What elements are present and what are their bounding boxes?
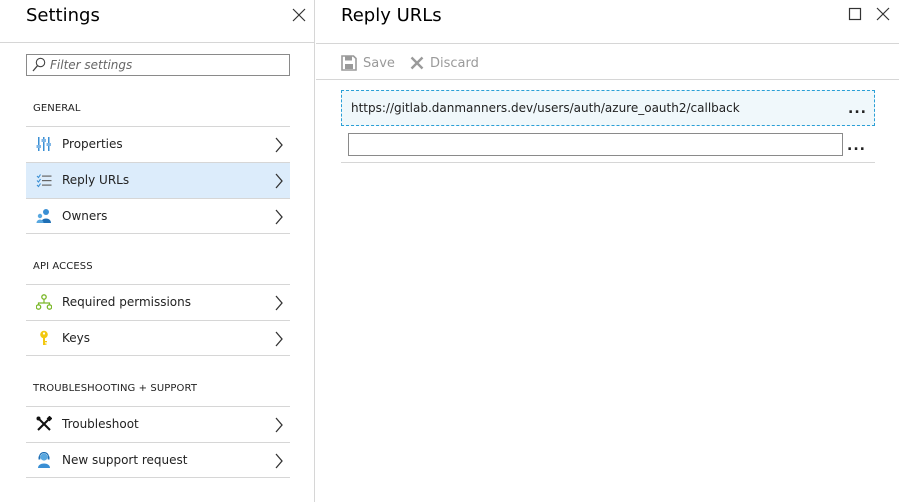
chevron-right-icon — [275, 173, 283, 189]
filter-settings-input[interactable] — [50, 56, 286, 74]
chevron-right-icon — [275, 417, 283, 433]
sidebar-item-label: Reply URLs — [62, 173, 130, 187]
sidebar-item-reply-urls[interactable]: Reply URLs — [26, 162, 290, 198]
sidebar-item-new-support-request[interactable]: New support request — [26, 442, 290, 478]
more-options-button[interactable]: ... — [848, 102, 868, 116]
sidebar-item-troubleshoot[interactable]: Troubleshoot — [26, 406, 290, 442]
section-label-general: GENERAL — [33, 103, 81, 114]
support-request-icon — [38, 452, 50, 468]
key-icon — [40, 330, 48, 345]
sidebar-item-label: Required permissions — [62, 295, 192, 309]
settings-title: Settings — [26, 5, 100, 26]
sidebar-item-required-permissions[interactable]: Required permissions — [26, 284, 290, 320]
reply-urls-title: Reply URLs — [341, 5, 442, 26]
troubleshooting-menu: Troubleshoot New support request — [26, 406, 290, 478]
new-url-more-options-button[interactable]: ... — [847, 139, 867, 153]
chevron-right-icon — [275, 209, 283, 225]
settings-header: Settings — [0, 0, 314, 43]
sidebar-item-properties[interactable]: Properties — [26, 126, 290, 162]
toolbar: Save Discard — [316, 44, 899, 80]
chevron-right-icon — [275, 137, 283, 153]
settings-blade: Settings GENERAL Properties — [0, 0, 315, 502]
sidebar-item-keys[interactable]: Keys — [26, 320, 290, 356]
filter-settings-field[interactable] — [26, 54, 290, 76]
general-menu: Properties Reply URLs Owners — [26, 126, 290, 234]
discard-icon — [410, 56, 424, 70]
reply-urls-header: Reply URLs — [316, 0, 899, 44]
properties-icon — [36, 137, 51, 151]
maximize-icon — [848, 7, 862, 21]
permissions-icon — [36, 294, 52, 310]
discard-button[interactable]: Discard — [410, 53, 479, 73]
search-icon — [32, 57, 46, 72]
row-divider — [341, 162, 875, 163]
api-access-menu: Required permissions Keys — [26, 284, 290, 356]
reply-url-row[interactable]: https://gitlab.danmanners.dev/users/auth… — [341, 90, 875, 126]
save-icon — [341, 55, 357, 71]
section-label-api-access: API ACCESS — [33, 261, 93, 272]
chevron-right-icon — [275, 453, 283, 469]
sidebar-item-owners[interactable]: Owners — [26, 198, 290, 234]
discard-label: Discard — [430, 55, 479, 71]
close-icon — [292, 8, 306, 22]
reply-urls-close-button[interactable] — [876, 6, 892, 22]
chevron-right-icon — [275, 295, 283, 311]
section-label-troubleshooting-support: TROUBLESHOOTING + SUPPORT — [33, 383, 198, 394]
sidebar-item-label: New support request — [62, 453, 188, 467]
close-icon — [876, 7, 890, 21]
sidebar-item-label: Keys — [62, 331, 91, 345]
sidebar-item-label: Properties — [62, 137, 123, 151]
save-button[interactable]: Save — [341, 53, 395, 73]
owners-icon — [36, 209, 51, 223]
sidebar-item-label: Owners — [62, 209, 108, 223]
sidebar-item-label: Troubleshoot — [62, 417, 139, 431]
reply-url-value: https://gitlab.danmanners.dev/users/auth… — [351, 101, 740, 115]
new-reply-url-input[interactable] — [348, 133, 843, 156]
maximize-button[interactable] — [848, 6, 864, 22]
reply-urls-icon — [36, 174, 52, 188]
settings-close-button[interactable] — [290, 6, 308, 24]
reply-urls-blade: Reply URLs Save Discard https://gitlab.d… — [316, 0, 899, 502]
troubleshoot-icon — [36, 416, 52, 431]
save-label: Save — [363, 55, 395, 71]
chevron-right-icon — [275, 331, 283, 347]
